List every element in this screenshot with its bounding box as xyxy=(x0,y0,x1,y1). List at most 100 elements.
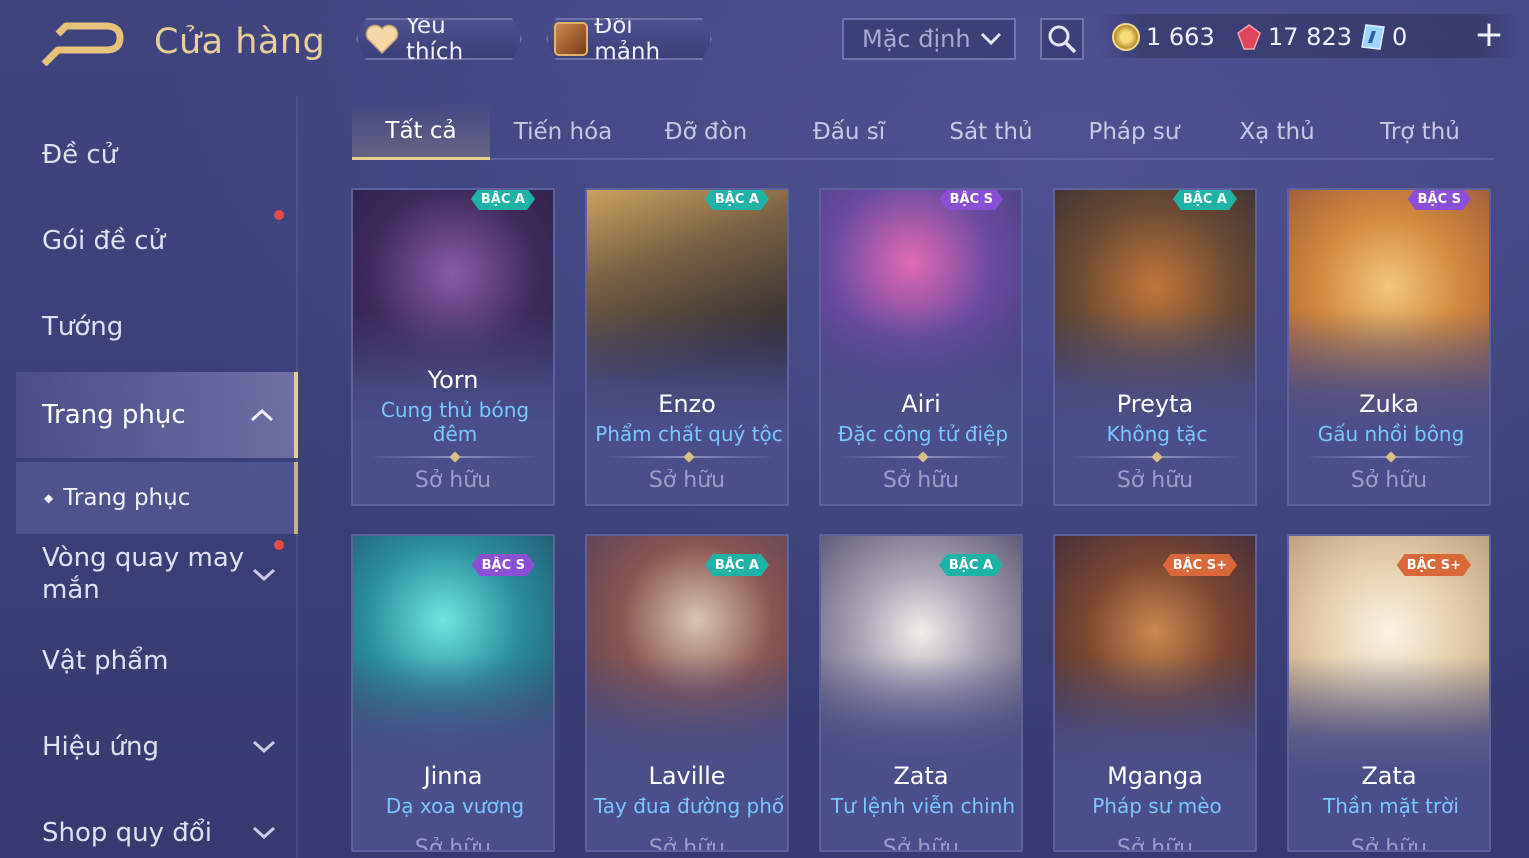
exchange-fragments-button[interactable]: Đổi mảnh xyxy=(546,18,712,60)
add-currency-button[interactable]: + xyxy=(1472,17,1506,54)
skin-name: Đặc công tử điệp xyxy=(837,422,1009,446)
ownership-status: Sở hữu xyxy=(648,468,726,493)
tier-badge: BẬC A xyxy=(705,554,769,576)
tier-badge: BẬC S xyxy=(940,188,1003,210)
sidebar-item-exchange-shop[interactable]: Shop quy đổi xyxy=(0,790,296,858)
sidebar-item-label: Tướng xyxy=(42,312,124,342)
hero-name: Mganga xyxy=(1107,762,1203,790)
ownership-status: Sở hữu xyxy=(1116,836,1194,852)
hero-name: Zata xyxy=(893,762,949,790)
sidebar-subitem-skins[interactable]: ◆ Trang phục xyxy=(16,462,298,534)
tier-badge: BẬC S xyxy=(472,554,535,576)
ownership-status: Sở hữu xyxy=(414,468,492,493)
skin-name: Pháp sư mèo xyxy=(1092,794,1222,818)
skin-card[interactable]: BẬC A Laville Tay đua đường phố Sở hữu xyxy=(585,534,789,852)
fragments-label: Đổi mảnh xyxy=(594,13,661,65)
card-divider xyxy=(1305,456,1477,458)
chevron-up-icon xyxy=(250,408,274,422)
skin-name: Cung thủ bóng đêm xyxy=(380,398,530,446)
hero-name: Zata xyxy=(1361,762,1417,790)
ruby-icon xyxy=(1237,24,1261,50)
skin-name: Tay đua đường phố xyxy=(593,794,785,818)
card-shade xyxy=(821,656,1021,850)
tab-marksman[interactable]: Xạ thủ xyxy=(1208,104,1346,160)
ruby-balance: 17 823 xyxy=(1236,22,1352,52)
tier-badge: BẬC S+ xyxy=(1397,554,1471,576)
sort-dropdown[interactable]: Mặc định xyxy=(842,18,1016,60)
hero-name: Airi xyxy=(901,390,941,418)
hero-name: Jinna xyxy=(423,762,483,790)
sidebar-item-recommended-packs[interactable]: Gói đề cử xyxy=(0,198,296,284)
skin-card[interactable]: BẬC S+ Zata Thần mặt trời Sở hữu xyxy=(1287,534,1491,852)
ownership-status: Sở hữu xyxy=(1350,836,1428,852)
sidebar-item-recommended[interactable]: Đề cử xyxy=(0,112,296,198)
sidebar-item-label: Shop quy đổi xyxy=(42,818,212,848)
search-button[interactable] xyxy=(1040,18,1084,60)
sidebar-item-label: Trang phục xyxy=(42,400,186,430)
hero-name: Laville xyxy=(648,762,726,790)
skin-card[interactable]: BẬC A Zata Tư lệnh viễn chinh Sở hữu xyxy=(819,534,1023,852)
sidebar-item-label: Vật phẩm xyxy=(42,646,169,676)
back-arrow-icon[interactable] xyxy=(40,22,124,66)
sidebar-item-skins[interactable]: Trang phục xyxy=(16,372,298,458)
hero-class-tabs: Tất cả Tiến hóa Đỡ đòn Đấu sĩ Sát thủ Ph… xyxy=(352,104,1494,160)
tab-tank[interactable]: Đỡ đòn xyxy=(637,104,775,160)
chevron-down-icon xyxy=(252,826,276,840)
tier-badge: BẬC A xyxy=(705,188,769,210)
favorite-label: Yêu thích xyxy=(405,13,464,65)
card-shade xyxy=(587,656,787,850)
bullet-icon: ◆ xyxy=(44,491,54,505)
hero-name: Enzo xyxy=(658,390,716,418)
card-divider xyxy=(603,456,775,458)
hero-name: Preyta xyxy=(1116,390,1194,418)
chevron-down-icon xyxy=(252,568,276,582)
sidebar-subitem-label: Trang phục xyxy=(63,485,191,511)
sidebar: Đề cử Gói đề cử Tướng Trang phục ◆ Trang… xyxy=(0,96,300,858)
voucher-amount: 0 xyxy=(1392,23,1408,51)
tab-assassin[interactable]: Sát thủ xyxy=(922,104,1060,160)
tab-mage[interactable]: Pháp sư xyxy=(1065,104,1203,160)
treasure-chest-icon xyxy=(554,22,588,56)
ownership-status: Sở hữu xyxy=(414,836,492,852)
skin-card[interactable]: BẬC S+ Mganga Pháp sư mèo Sở hữu xyxy=(1053,534,1257,852)
ruby-amount: 17 823 xyxy=(1268,23,1352,51)
sidebar-item-lucky-wheel[interactable]: Vòng quay may mắn xyxy=(0,534,296,614)
tab-all[interactable]: Tất cả xyxy=(352,104,490,160)
sidebar-item-label: Hiệu ứng xyxy=(42,732,159,762)
skin-card[interactable]: BẬC A Enzo Phẩm chất quý tộc Sở hữu xyxy=(585,188,789,506)
skin-name: Gấu nhồi bông xyxy=(1317,422,1465,446)
skin-name: Phẩm chất quý tộc xyxy=(595,422,783,446)
gold-amount: 1 663 xyxy=(1146,23,1215,51)
skin-name: Tư lệnh viễn chinh xyxy=(830,794,1016,818)
tab-support[interactable]: Trợ thủ xyxy=(1351,104,1489,160)
sidebar-item-items[interactable]: Vật phẩm xyxy=(0,618,296,704)
skin-card[interactable]: BẬC S Zuka Gấu nhồi bông Sở hữu xyxy=(1287,188,1491,506)
ownership-status: Sở hữu xyxy=(1116,468,1194,493)
page-title: Cửa hàng xyxy=(154,22,326,62)
tab-fighter[interactable]: Đấu sĩ xyxy=(780,104,918,160)
voucher-balance: 0 xyxy=(1360,22,1407,52)
sidebar-item-heroes[interactable]: Tướng xyxy=(0,284,296,370)
gold-coin-icon xyxy=(1112,23,1140,51)
card-shade xyxy=(353,656,553,850)
ownership-status: Sở hữu xyxy=(1350,468,1428,493)
hero-name: Yorn xyxy=(427,366,479,394)
skin-card[interactable]: BẬC S Airi Đặc công tử điệp Sở hữu xyxy=(819,188,1023,506)
chevron-down-icon xyxy=(980,32,1002,46)
ownership-status: Sở hữu xyxy=(882,468,960,493)
notification-dot xyxy=(274,540,284,550)
favorite-button[interactable]: Yêu thích xyxy=(356,18,522,60)
tier-badge: BẬC S xyxy=(1408,188,1471,210)
card-divider xyxy=(837,456,1009,458)
top-bar: Cửa hàng Yêu thích Đổi mảnh Mặc định 1 6… xyxy=(0,0,1529,80)
skin-name: Dạ xoa vương xyxy=(385,794,525,818)
tier-badge: BẬC S+ xyxy=(1163,554,1237,576)
gold-balance: 1 663 xyxy=(1112,22,1215,52)
ownership-status: Sở hữu xyxy=(648,836,726,852)
tab-evolution[interactable]: Tiến hóa xyxy=(494,104,632,160)
sidebar-item-effects[interactable]: Hiệu ứng xyxy=(0,704,296,790)
skin-card[interactable]: BẬC A Yorn Cung thủ bóng đêm Sở hữu xyxy=(351,188,555,506)
voucher-icon xyxy=(1361,24,1385,50)
skin-card[interactable]: BẬC S Jinna Dạ xoa vương Sở hữu xyxy=(351,534,555,852)
skin-card[interactable]: BẬC A Preyta Không tặc Sở hữu xyxy=(1053,188,1257,506)
